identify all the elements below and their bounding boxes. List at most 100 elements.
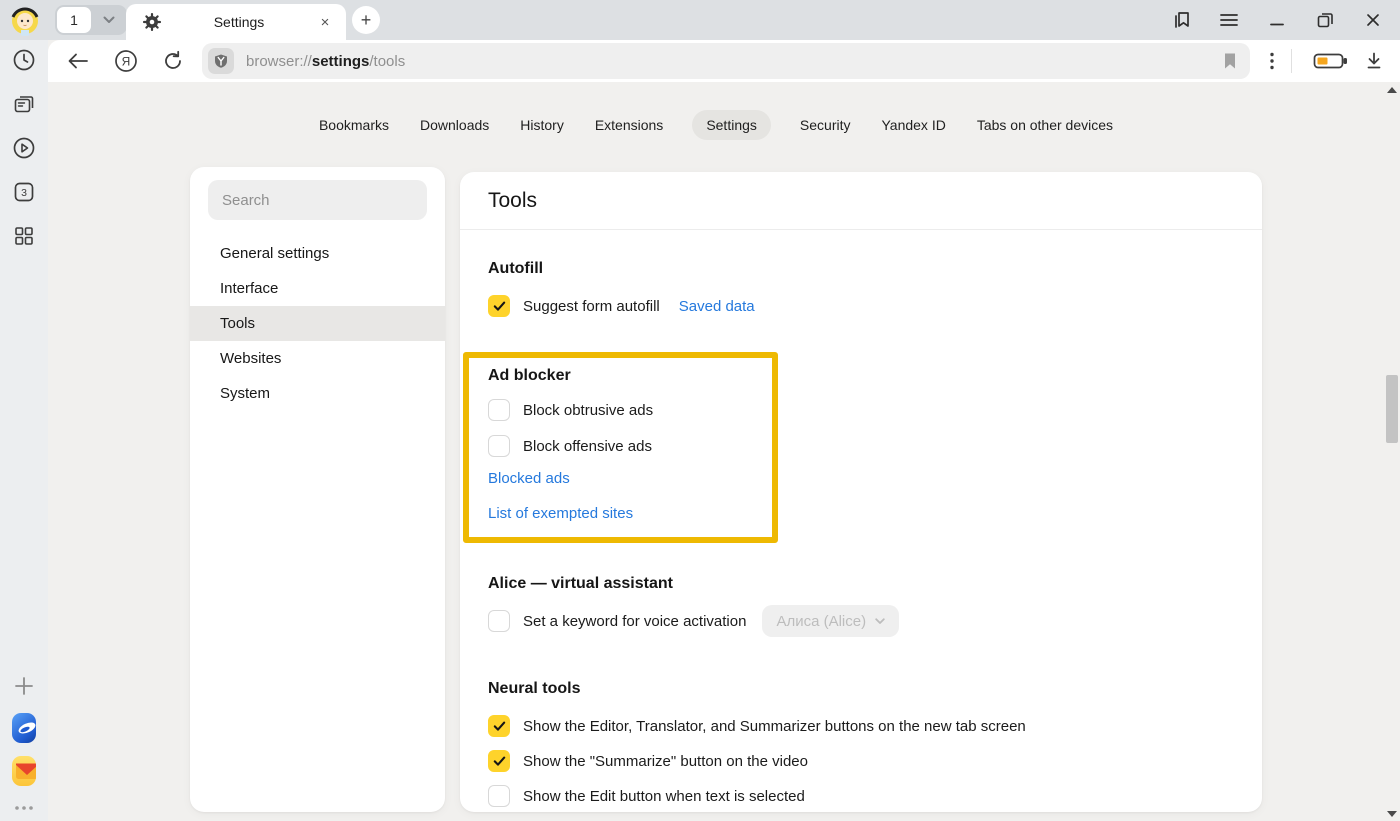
services-rail-button[interactable]	[12, 224, 36, 248]
toolbar: Я browser://settings/tools	[48, 40, 1400, 82]
nav-downloads[interactable]: Downloads	[418, 110, 491, 140]
back-button[interactable]	[66, 49, 90, 73]
nav-tabs-other-devices[interactable]: Tabs on other devices	[975, 110, 1115, 140]
profile-avatar[interactable]	[9, 4, 41, 36]
minimize-icon	[1269, 12, 1285, 28]
rail-more-button[interactable]	[12, 796, 36, 820]
tabs-rail-button[interactable]: 3	[12, 180, 36, 204]
tab-group-count[interactable]: 1	[57, 7, 91, 33]
show-editor-buttons-checkbox[interactable]	[488, 715, 510, 737]
ellipsis-icon	[13, 805, 35, 811]
block-obtrusive-checkbox[interactable]	[488, 399, 510, 421]
scroll-down-arrow-icon[interactable]	[1387, 811, 1397, 817]
tab-close-icon[interactable]: ×	[316, 14, 334, 31]
show-summarize-video-label: Show the "Summarize" button on the video	[523, 753, 808, 770]
scrollbar-thumb[interactable]	[1386, 375, 1398, 443]
nav-yandex-id[interactable]: Yandex ID	[879, 110, 947, 140]
neural-option-row-1: Show the Editor, Translator, and Summari…	[488, 715, 1026, 737]
settings-nav: Bookmarks Downloads History Extensions S…	[48, 110, 1384, 140]
block-offensive-label: Block offensive ads	[523, 438, 652, 455]
browser-app-shortcut[interactable]	[12, 716, 36, 740]
battery-saver-button[interactable]	[1310, 49, 1352, 73]
active-tab[interactable]: Settings ×	[126, 4, 346, 40]
address-bar[interactable]: browser://settings/tools	[202, 43, 1250, 79]
url-text[interactable]: browser://settings/tools	[246, 53, 1222, 70]
autofill-option-row: Suggest form autofill Saved data	[488, 295, 755, 317]
refresh-button[interactable]	[161, 49, 185, 73]
download-icon	[1364, 51, 1384, 71]
alice-keyword-dropdown[interactable]: Алиса (Alice)	[762, 605, 899, 637]
sidebar-item-tools[interactable]: Tools	[190, 306, 445, 341]
feed-rail-button[interactable]	[12, 92, 36, 116]
history-rail-button[interactable]	[12, 48, 36, 72]
neural-option-row-3: Show the Edit button when text is select…	[488, 785, 805, 807]
neural-tools-heading: Neural tools	[488, 680, 580, 698]
tab-strip: 1 Settings × +	[0, 0, 1400, 40]
neural-option-row-2: Show the "Summarize" button on the video	[488, 750, 808, 772]
suggest-autofill-label: Suggest form autofill	[523, 298, 660, 315]
sidebar-item-general[interactable]: General settings	[190, 236, 445, 271]
menu-button[interactable]	[1216, 8, 1242, 32]
sidebar-item-system[interactable]: System	[190, 376, 445, 411]
ad-blocker-highlight-box: Ad blocker Block obtrusive ads Block off…	[463, 352, 778, 543]
nav-security[interactable]: Security	[798, 110, 853, 140]
block-obtrusive-row: Block obtrusive ads	[488, 399, 653, 421]
downloads-button[interactable]	[1362, 49, 1386, 73]
new-tab-button[interactable]: +	[352, 6, 380, 34]
saved-data-link[interactable]: Saved data	[679, 298, 755, 315]
nav-extensions[interactable]: Extensions	[593, 110, 665, 140]
close-window-button[interactable]	[1360, 8, 1386, 32]
side-panel-button[interactable]	[1169, 8, 1195, 32]
suggest-autofill-checkbox[interactable]	[488, 295, 510, 317]
check-icon	[493, 756, 506, 767]
plus-icon: +	[361, 11, 372, 29]
ad-blocker-heading: Ad blocker	[488, 367, 571, 385]
refresh-icon	[162, 50, 184, 72]
svg-text:Я: Я	[122, 55, 131, 69]
site-badge[interactable]	[208, 48, 234, 74]
sidebar-item-websites[interactable]: Websites	[190, 341, 445, 376]
more-button[interactable]	[1260, 49, 1284, 73]
bookmark-page-button[interactable]	[1222, 52, 1238, 70]
tab-count-icon: 3	[12, 180, 36, 204]
alice-avatar-icon	[9, 4, 41, 36]
add-shortcut-button[interactable]	[12, 674, 36, 698]
scroll-up-arrow-icon[interactable]	[1387, 87, 1397, 93]
video-rail-button[interactable]	[12, 136, 36, 160]
chevron-down-icon	[875, 618, 885, 625]
svg-text:3: 3	[21, 187, 27, 199]
show-edit-button-checkbox[interactable]	[488, 785, 510, 807]
alice-keyword-checkbox[interactable]	[488, 610, 510, 632]
tab-group-control[interactable]: 1	[55, 5, 127, 35]
hamburger-icon	[1219, 12, 1239, 28]
mail-app-shortcut[interactable]	[12, 759, 36, 783]
bookmark-flag-icon	[1222, 52, 1238, 70]
sidebar-item-interface[interactable]: Interface	[190, 271, 445, 306]
page-scrollbar[interactable]	[1384, 82, 1400, 821]
yandex-search-button[interactable]: Я	[114, 49, 138, 73]
settings-page: Bookmarks Downloads History Extensions S…	[48, 82, 1400, 821]
yandex-mail-icon	[12, 756, 36, 786]
nav-settings[interactable]: Settings	[692, 110, 771, 140]
show-summarize-video-checkbox[interactable]	[488, 750, 510, 772]
chevron-down-icon[interactable]	[91, 16, 127, 24]
tab-title: Settings	[162, 14, 316, 30]
shield-icon	[213, 53, 229, 69]
restore-button[interactable]	[1312, 8, 1338, 32]
settings-sidebar: General settings Interface Tools Website…	[190, 167, 445, 812]
close-icon	[1365, 12, 1381, 28]
exempted-sites-link[interactable]: List of exempted sites	[488, 505, 633, 522]
left-rail: 3	[0, 40, 48, 821]
nav-history[interactable]: History	[518, 110, 566, 140]
autofill-heading: Autofill	[488, 260, 543, 278]
minimize-button[interactable]	[1264, 8, 1290, 32]
nav-bookmarks[interactable]: Bookmarks	[317, 110, 391, 140]
search-input[interactable]	[208, 180, 427, 220]
yandex-icon: Я	[114, 49, 138, 73]
block-obtrusive-label: Block obtrusive ads	[523, 402, 653, 419]
show-editor-buttons-label: Show the Editor, Translator, and Summari…	[523, 718, 1026, 735]
browser-window: 1 Settings × +	[0, 0, 1400, 821]
block-offensive-checkbox[interactable]	[488, 435, 510, 457]
show-edit-button-label: Show the Edit button when text is select…	[523, 788, 805, 805]
blocked-ads-link[interactable]: Blocked ads	[488, 470, 570, 487]
